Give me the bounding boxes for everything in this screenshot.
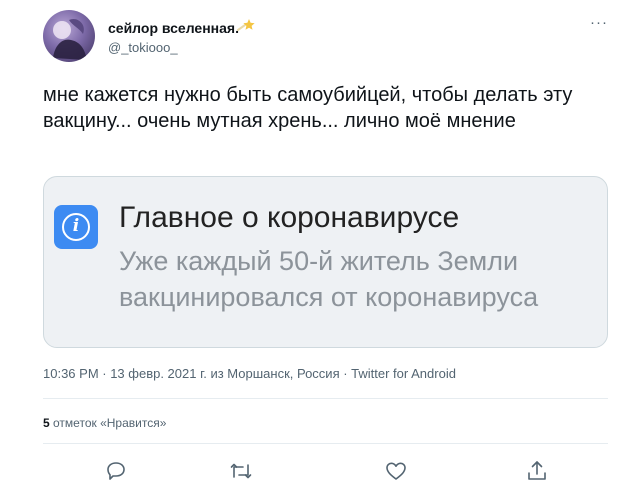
tweet-text: мне кажется нужно быть самоубийцей, чтоб… bbox=[43, 84, 573, 132]
retweet-icon[interactable] bbox=[229, 459, 253, 483]
tweet-metadata[interactable]: 10:36 PM · 13 февр. 2021 г. из Моршанск,… bbox=[43, 366, 456, 381]
shooting-star-icon bbox=[237, 19, 255, 31]
divider bbox=[43, 398, 608, 399]
link-card[interactable]: i Главное о коронавирусе Уже каждый 50-й… bbox=[43, 176, 608, 348]
author-display-name[interactable]: сейлор вселенная. bbox=[108, 20, 239, 36]
reply-icon[interactable] bbox=[104, 459, 128, 483]
likes-label: отметок «Нравится» bbox=[49, 416, 167, 430]
ellipsis-icon[interactable]: ··· bbox=[590, 15, 608, 30]
card-title: Главное о коронавирусе bbox=[119, 201, 460, 234]
card-subtitle: Уже каждый 50-й житель Земли вакцинирова… bbox=[119, 246, 539, 312]
share-icon[interactable] bbox=[525, 459, 549, 483]
info-glyph: i bbox=[72, 216, 80, 236]
likes-number: 5 bbox=[43, 416, 50, 430]
author-handle[interactable]: @_tokiooo_ bbox=[108, 40, 178, 55]
divider bbox=[43, 443, 608, 444]
heart-icon[interactable] bbox=[384, 459, 408, 483]
info-icon: i bbox=[54, 205, 98, 249]
avatar[interactable] bbox=[43, 10, 95, 62]
likes-count[interactable]: 5 отметок «Нравится» bbox=[43, 416, 166, 430]
